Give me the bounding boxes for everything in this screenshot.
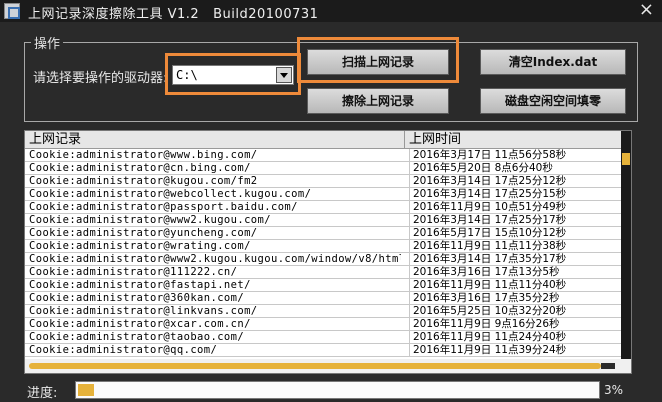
clear-index-button[interactable]: 清空Index.dat: [480, 49, 626, 75]
app-icon: [4, 3, 20, 19]
record-site-cell: Cookie:administrator@taobao.com/: [29, 331, 245, 343]
record-time-cell: 2016年11月9日 11点24分40秒: [409, 331, 621, 344]
window-title: 上网记录深度擦除工具 V1.2 Build20100731: [28, 7, 319, 22]
horizontal-scrollbar[interactable]: [25, 359, 631, 373]
progress-percent: 3%: [604, 383, 624, 397]
record-time-cell: 2016年5月25日 10点32分20秒: [409, 305, 621, 318]
drive-select-highlight: [165, 53, 301, 95]
list-header: 上网记录 上网时间: [25, 131, 623, 149]
title-bar: 上网记录深度擦除工具 V1.2 Build20100731 ×: [0, 0, 662, 22]
erase-records-button[interactable]: 擦除上网记录: [307, 88, 449, 114]
record-site-cell: Cookie:administrator@yuncheng.com/: [29, 227, 258, 239]
table-row[interactable]: Cookie:administrator@passport.baidu.com/…: [25, 201, 623, 214]
record-time-cell: 2016年11月9日 11点11分40秒: [409, 279, 621, 292]
record-site-cell: Cookie:administrator@passport.baidu.com/: [29, 201, 298, 213]
record-site-cell: Cookie:administrator@www.bing.com/: [29, 149, 258, 161]
vertical-scroll-thumb[interactable]: [622, 153, 630, 165]
record-time-cell: 2016年3月14日 17点25分12秒: [409, 175, 621, 188]
table-row[interactable]: Cookie:administrator@www2.kugou.kugou.co…: [25, 253, 623, 266]
table-row[interactable]: Cookie:administrator@cn.bing.com/2016年5月…: [25, 162, 623, 175]
drive-label: 请选择要操作的驱动器:: [33, 71, 168, 86]
table-row[interactable]: Cookie:administrator@taobao.com/2016年11月…: [25, 331, 623, 344]
table-row[interactable]: Cookie:administrator@xcar.com.cn/2016年11…: [25, 318, 623, 331]
table-row[interactable]: Cookie:administrator@webcollect.kugou.co…: [25, 188, 623, 201]
record-time-cell: 2016年3月14日 17点25分17秒: [409, 214, 621, 227]
table-row[interactable]: Cookie:administrator@wrating.com/2016年11…: [25, 240, 623, 253]
column-header-record[interactable]: 上网记录: [25, 131, 405, 149]
table-row[interactable]: Cookie:administrator@www.bing.com/2016年3…: [25, 149, 623, 162]
record-time-cell: 2016年11月9日 11点11分38秒: [409, 240, 621, 253]
column-header-time[interactable]: 上网时间: [405, 131, 623, 149]
record-time-cell: 2016年5月20日 8点6分40秒: [409, 162, 621, 175]
record-site-cell: Cookie:administrator@webcollect.kugou.co…: [29, 188, 312, 200]
records-list[interactable]: 上网记录 上网时间 Cookie:administrator@www.bing.…: [24, 130, 632, 374]
record-site-cell: Cookie:administrator@xcar.com.cn/: [29, 318, 251, 330]
operation-group: 操作 请选择要操作的驱动器: C:\ 扫描上网记录 擦除上网记录 清空Index…: [24, 33, 638, 122]
record-site-cell: Cookie:administrator@111222.cn/: [29, 266, 238, 278]
table-row[interactable]: Cookie:administrator@www2.kugou.com/2016…: [25, 214, 623, 227]
record-site-cell: Cookie:administrator@cn.bing.com/: [29, 162, 251, 174]
record-site-cell: Cookie:administrator@360kan.com/: [29, 292, 245, 304]
record-time-cell: 2016年3月17日 11点56分58秒: [409, 149, 621, 162]
table-row[interactable]: Cookie:administrator@linkvans.com/2016年5…: [25, 305, 623, 318]
record-site-cell: Cookie:administrator@wrating.com/: [29, 240, 251, 252]
list-rows: Cookie:administrator@www.bing.com/2016年3…: [25, 149, 623, 357]
horizontal-scroll-thumb[interactable]: [29, 363, 601, 369]
table-row[interactable]: Cookie:administrator@360kan.com/2016年3月1…: [25, 292, 623, 305]
record-time-cell: 2016年3月16日 17点35分2秒: [409, 292, 621, 305]
table-row[interactable]: Cookie:administrator@qq.com/2016年11月9日 1…: [25, 344, 623, 357]
record-site-cell: Cookie:administrator@www2.kugou.kugou.co…: [29, 253, 401, 265]
scan-button-highlight: [297, 37, 459, 83]
close-icon[interactable]: ×: [639, 0, 654, 20]
record-site-cell: Cookie:administrator@kugou.com/fm2: [29, 175, 258, 187]
record-time-cell: 2016年11月9日 10点51分49秒: [409, 201, 621, 214]
record-time-cell: 2016年3月14日 17点25分15秒: [409, 188, 621, 201]
record-time-cell: 2016年11月9日 11点39分24秒: [409, 344, 621, 357]
record-time-cell: 2016年11月9日 9点16分26秒: [409, 318, 621, 331]
fill-free-space-button[interactable]: 磁盘空闲空间填零: [480, 88, 626, 114]
table-row[interactable]: Cookie:administrator@fastapi.net/2016年11…: [25, 279, 623, 292]
record-time-cell: 2016年3月16日 17点13分5秒: [409, 266, 621, 279]
record-time-cell: 2016年5月17日 15点10分12秒: [409, 227, 621, 240]
record-site-cell: Cookie:administrator@linkvans.com/: [29, 305, 258, 317]
table-row[interactable]: Cookie:administrator@111222.cn/2016年3月16…: [25, 266, 623, 279]
progress-label: 进度:: [27, 386, 58, 401]
table-row[interactable]: Cookie:administrator@yuncheng.com/2016年5…: [25, 227, 623, 240]
main-window: 操作 请选择要操作的驱动器: C:\ 扫描上网记录 擦除上网记录 清空Index…: [0, 22, 662, 402]
record-site-cell: Cookie:administrator@qq.com/: [29, 344, 218, 356]
operation-group-legend: 操作: [31, 33, 64, 52]
record-site-cell: Cookie:administrator@www2.kugou.com/: [29, 214, 271, 226]
record-time-cell: 2016年3月14日 17点35分17秒: [409, 253, 621, 266]
progress-fill: [78, 384, 94, 396]
record-site-cell: Cookie:administrator@fastapi.net/: [29, 279, 251, 291]
vertical-scrollbar[interactable]: [621, 131, 631, 361]
table-row[interactable]: Cookie:administrator@kugou.com/fm2 2016年3…: [25, 175, 623, 188]
horizontal-scroll-end: [601, 363, 615, 369]
progress-bar: [75, 381, 600, 399]
